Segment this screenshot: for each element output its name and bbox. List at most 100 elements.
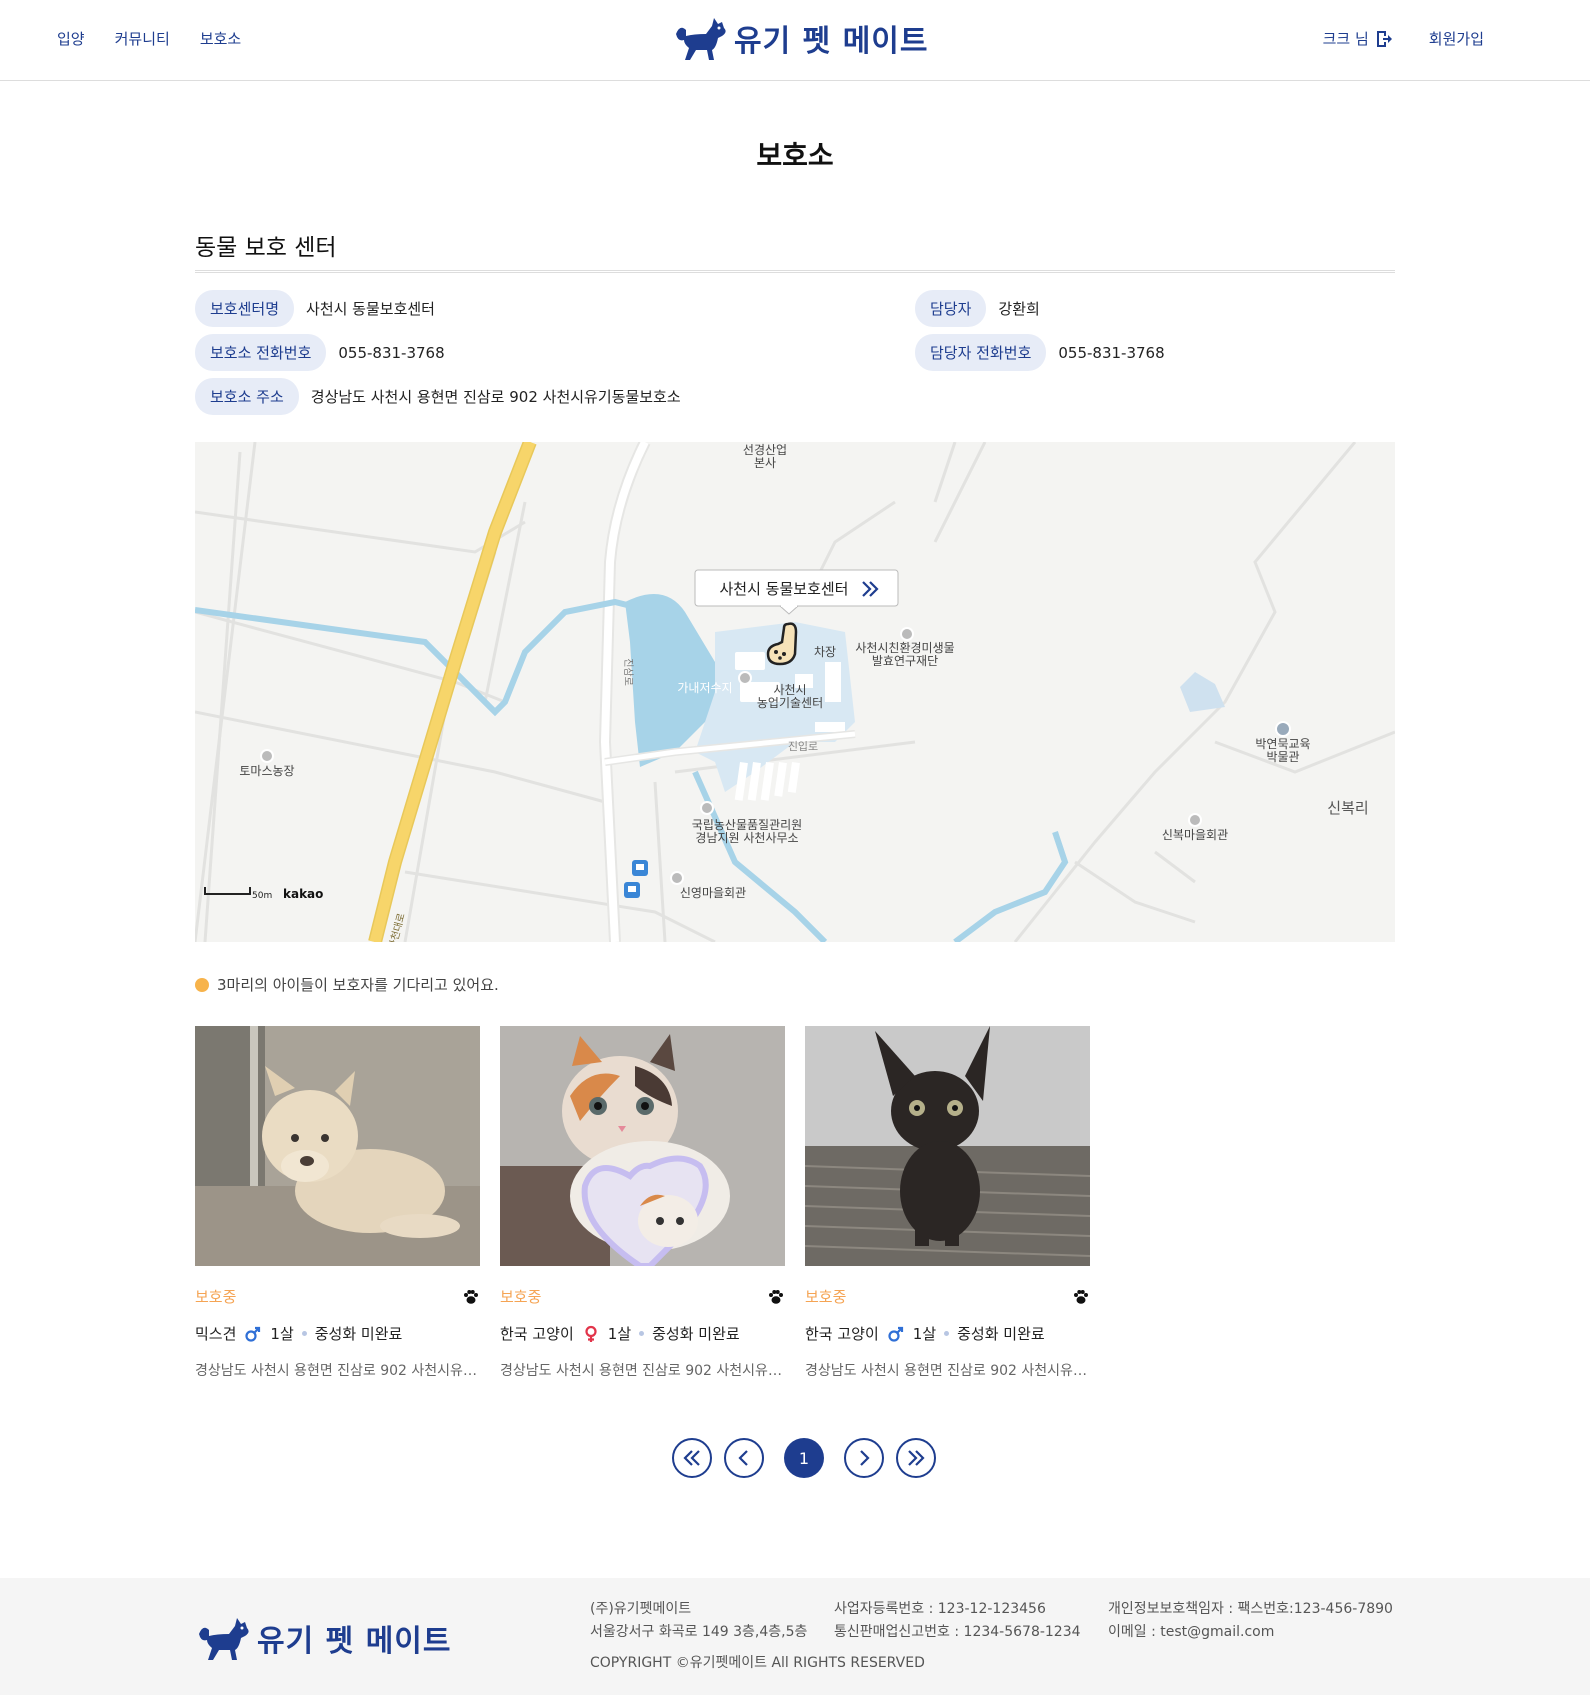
user-menu[interactable]: 크크 님 — [1323, 28, 1393, 49]
page-number-current[interactable]: 1 — [784, 1438, 824, 1478]
map-label-museum: 박연묵교육 — [1255, 737, 1310, 751]
paw-icon[interactable] — [767, 1288, 785, 1306]
separator-dot — [301, 1331, 307, 1336]
paw-icon[interactable] — [1072, 1288, 1090, 1306]
animal-neuter: 중성화 미완료 — [314, 1325, 403, 1343]
kakao-map[interactable]: 선경산업 본사 가내저수지 사천시 농업기술센터 사천시친환경미생물 발효연구재… — [195, 442, 1395, 942]
chevron-right-icon — [860, 1450, 870, 1466]
user-area: 크크 님 회원가입 — [1323, 28, 1484, 49]
center-name: 사천시 동물보호센터 — [306, 300, 435, 318]
signup-link[interactable]: 회원가입 — [1429, 28, 1484, 49]
label-pill: 보호소 주소 — [195, 378, 299, 415]
nav-community[interactable]: 커뮤니티 — [115, 28, 170, 49]
pagination: 1 — [672, 1438, 936, 1478]
info-center-phone: 보호소 전화번호 055-831-3768 — [195, 334, 445, 371]
last-page-button[interactable] — [896, 1438, 936, 1478]
label-pill: 담당자 — [915, 290, 987, 327]
double-chevron-right-icon — [908, 1450, 925, 1466]
label-pill: 보호소 전화번호 — [195, 334, 327, 371]
info-manager: 담당자 강환희 — [915, 290, 1040, 327]
manager-phone: 055-831-3768 — [1058, 343, 1165, 362]
page-title: 보호소 — [756, 139, 834, 172]
footer-biz-no: 사업자등록번호 : 123-12-123456 — [834, 1601, 1046, 1617]
map-canvas[interactable]: 선경산업 본사 가내저수지 사천시 농업기술센터 사천시친환경미생물 발효연구재… — [195, 442, 1395, 942]
dog-logo-icon — [199, 1618, 249, 1660]
map-label-agri: 사천시 — [773, 682, 806, 697]
center-phone: 055-831-3768 — [338, 343, 445, 362]
map-label-eco-2: 발효연구재단 — [872, 654, 938, 668]
paw-icon[interactable] — [462, 1288, 480, 1306]
map-label-eco: 사천시친환경미생물 — [855, 640, 954, 655]
map-label-tomas: 토마스농장 — [239, 764, 294, 778]
info-center-name: 보호센터명 사천시 동물보호센터 — [195, 290, 435, 327]
status-dot — [195, 977, 209, 992]
male-icon — [888, 1326, 903, 1342]
waiting-text: 3마리의 아이들이 보호자를 기다리고 있어요. — [217, 976, 499, 994]
footer-copyright: COPYRIGHT ©유기펫메이트 All RIGHTS RESERVED — [590, 1655, 925, 1671]
animal-card[interactable]: 보호중 한국 고양이 1살 중성화 미완료 경상남도 사천시 용현면 진삼로 9… — [805, 1026, 1090, 1380]
nav-shelter[interactable]: 보호소 — [200, 28, 241, 49]
map-label-sinyoung: 신영마을회관 — [680, 886, 746, 900]
kakao-logo: kakao — [283, 887, 323, 901]
animal-breed: 한국 고양이 — [500, 1325, 574, 1343]
next-page-button[interactable] — [844, 1438, 884, 1478]
center-address: 경상남도 사천시 용현면 진삼로 902 사천시유기동물보호소 — [310, 388, 681, 406]
separator-dot — [944, 1331, 950, 1336]
animal-address: 경상남도 사천시 용현면 진삼로 902 사천시유기동물보호소 — [195, 1363, 480, 1379]
animal-photo[interactable] — [500, 1026, 785, 1266]
footer-company-name: (주)유기펫메이트 — [590, 1601, 692, 1617]
map-label-sungyeong-2: 본사 — [754, 456, 776, 470]
male-icon — [245, 1326, 261, 1342]
info-manager-phone: 담당자 전화번호 055-831-3768 — [915, 334, 1165, 371]
animal-breed: 한국 고양이 — [805, 1325, 879, 1343]
animal-neuter: 중성화 미완료 — [957, 1325, 1045, 1343]
animal-card[interactable]: 보호중 한국 고양이 1살 중성화 미완료 경상남도 사천시 용현면 진삼로 9… — [500, 1026, 785, 1380]
footer-address: 서울강서구 화곡로 149 3층,4층,5층 — [590, 1624, 808, 1640]
animal-photo[interactable] — [805, 1026, 1090, 1266]
first-page-button[interactable] — [672, 1438, 712, 1478]
map-label-sungyeong: 선경산업 — [743, 443, 787, 457]
female-icon — [585, 1325, 597, 1342]
map-label-agri-2: 농업기술센터 — [757, 696, 823, 710]
main-nav: 입양 커뮤니티 보호소 — [57, 28, 241, 49]
footer-logo-text: 유기 펫 메이트 — [257, 1624, 452, 1659]
animal-address: 경상남도 사천시 용현면 진삼로 902 사천시유기동물보호소 — [500, 1363, 785, 1379]
dog-logo-icon — [676, 18, 726, 60]
footer-mail-order: 통신판매업신고번호 : 1234-5678-1234 — [834, 1624, 1081, 1640]
footer-biz: 사업자등록번호 : 123-12-123456 통신판매업신고번호 : 1234… — [834, 1598, 1081, 1644]
animal-status: 보호중 — [500, 1288, 542, 1306]
svg-text:50m: 50m — [252, 891, 272, 901]
map-label-jinip: 진입로 — [788, 740, 818, 753]
animal-status: 보호중 — [805, 1288, 847, 1306]
animal-age: 1살 — [912, 1325, 937, 1343]
double-chevron-left-icon — [683, 1450, 700, 1466]
footer-privacy: 개인정보보호책임자 : 팩스번호:123-456-7890 — [1108, 1601, 1393, 1617]
prev-page-button[interactable] — [724, 1438, 764, 1478]
chevron-left-icon — [738, 1450, 748, 1466]
info-center-address: 보호소 주소 경상남도 사천시 용현면 진삼로 902 사천시유기동물보호소 — [195, 378, 681, 415]
animal-breed: 믹스견 — [195, 1325, 237, 1343]
label-pill: 담당자 전화번호 — [915, 334, 1047, 371]
map-label-reservoir: 가내저수지 — [677, 681, 732, 695]
label-pill: 보호센터명 — [195, 290, 295, 327]
waiting-banner: 3마리의 아이들이 보호자를 기다리고 있어요. — [195, 974, 499, 995]
animal-age: 1살 — [270, 1325, 294, 1343]
footer-email: 이메일 : test@gmail.com — [1108, 1624, 1275, 1640]
logout-icon[interactable] — [1375, 30, 1393, 48]
animal-address: 경상남도 사천시 용현면 진삼로 902 사천시유기동물보호소 — [805, 1363, 1090, 1379]
separator-dot — [639, 1331, 645, 1336]
animal-age: 1살 — [607, 1325, 632, 1343]
map-label-naqs: 국립농산물품질관리원 — [692, 818, 802, 832]
site-logo[interactable]: 유기 펫 메이트 — [672, 14, 929, 62]
animal-photo[interactable] — [195, 1026, 480, 1266]
map-label-museum-2: 박물관 — [1266, 750, 1299, 764]
map-label-jinsamro: 진삼로 — [622, 658, 634, 686]
animal-card[interactable]: 보호중 믹스견 1살 중성화 미완료 경상남도 사천시 용현면 진삼로 902 … — [195, 1026, 480, 1380]
site-header: 입양 커뮤니티 보호소 유기 펫 메이트 크크 님 회원가입 — [0, 0, 1590, 81]
user-name: 크크 님 — [1322, 30, 1369, 48]
map-label-sinbok-hall: 신복마을회관 — [1162, 828, 1228, 842]
animal-neuter: 중성화 미완료 — [652, 1325, 740, 1343]
footer-logo[interactable]: 유기 펫 메이트 — [195, 1614, 452, 1662]
site-footer: 유기 펫 메이트 (주)유기펫메이트 서울강서구 화곡로 149 3층,4층,5… — [0, 1578, 1590, 1695]
nav-adopt[interactable]: 입양 — [57, 28, 85, 49]
